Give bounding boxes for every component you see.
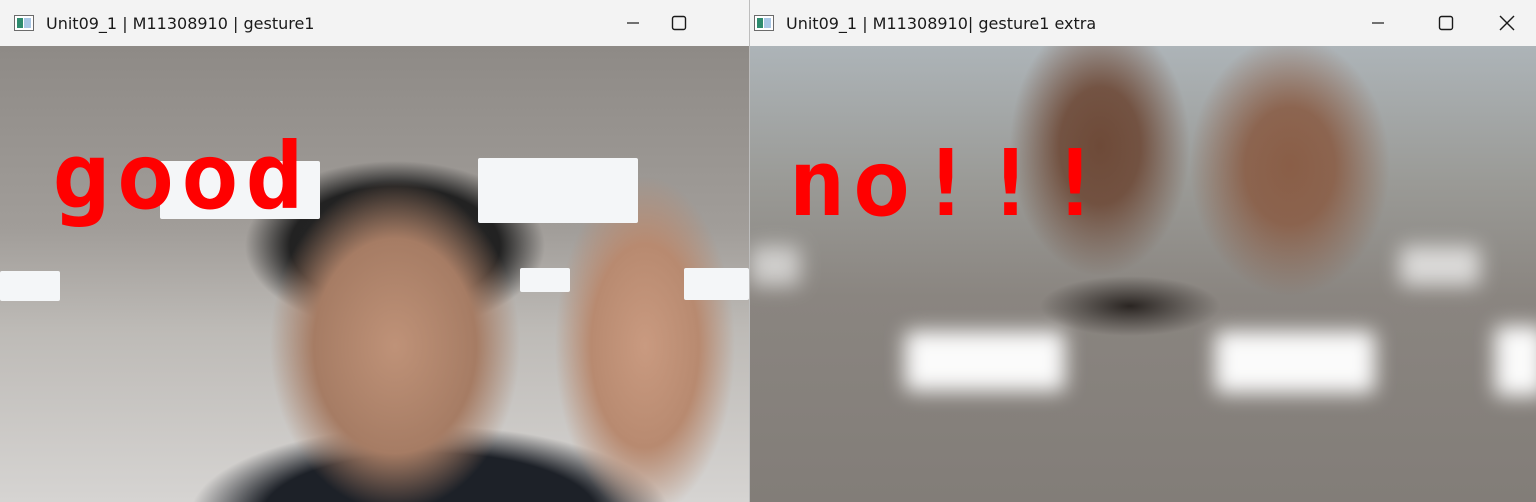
gesture-window: Unit09_1 | M11308910 | gesture1 good xyxy=(0,0,750,502)
blurred-light xyxy=(905,331,1065,391)
ceiling-light xyxy=(684,268,749,300)
camera-view: good xyxy=(0,46,749,502)
minimize-icon xyxy=(627,22,639,24)
minimize-button[interactable] xyxy=(610,0,656,46)
maximize-button[interactable] xyxy=(656,0,702,46)
ceiling-light xyxy=(0,271,60,301)
gesture-label: no!!! xyxy=(788,130,1111,237)
ceiling-light xyxy=(520,268,570,292)
maximize-icon xyxy=(1438,15,1454,31)
close-button[interactable] xyxy=(1478,0,1536,46)
camera-view-blurred: no!!! xyxy=(750,46,1536,502)
window-title: Unit09_1 | M11308910| gesture1 extra xyxy=(786,13,1097,33)
blurred-light xyxy=(1495,326,1536,396)
app-icon xyxy=(754,15,774,31)
title-bar[interactable]: Unit09_1 | M11308910| gesture1 extra xyxy=(750,0,1536,46)
maximize-button[interactable] xyxy=(1414,0,1478,46)
window-title: Unit09_1 | M11308910 | gesture1 xyxy=(46,13,315,33)
blurred-light xyxy=(1400,246,1480,286)
ceiling-light xyxy=(478,158,638,223)
gesture-extra-window: Unit09_1 | M11308910| gesture1 extra no!… xyxy=(750,0,1536,502)
gesture-label: good xyxy=(52,123,310,230)
app-icon xyxy=(14,15,34,31)
blurred-light xyxy=(750,246,800,286)
maximize-icon xyxy=(671,15,687,31)
close-icon xyxy=(1499,15,1515,31)
minimize-button[interactable] xyxy=(1342,0,1414,46)
title-bar[interactable]: Unit09_1 | M11308910 | gesture1 xyxy=(0,0,749,46)
minimize-icon xyxy=(1372,22,1384,24)
blurred-light xyxy=(1215,331,1375,393)
